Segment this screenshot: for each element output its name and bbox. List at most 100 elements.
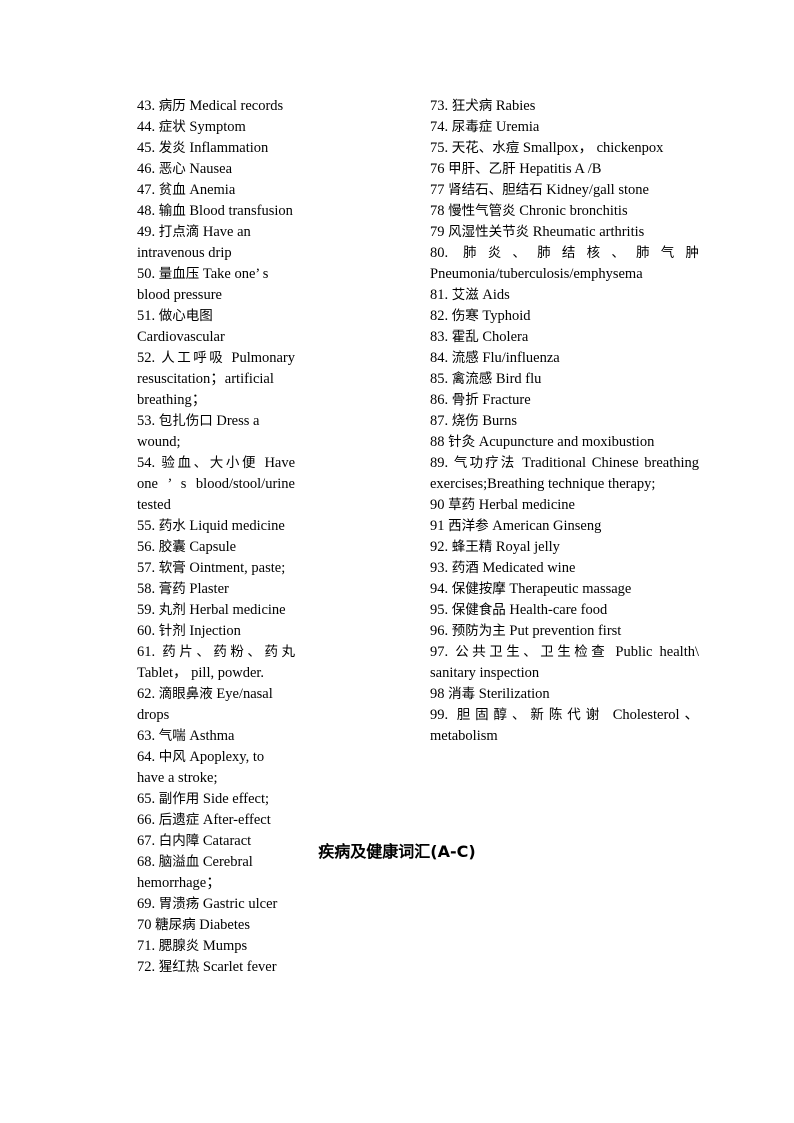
entry-term-chinese: 草药 xyxy=(448,497,476,513)
entry-number: 43. xyxy=(137,98,159,114)
entry-number: 58. xyxy=(137,581,159,597)
entry-number: 94. xyxy=(430,581,452,597)
entry-term-chinese: 公共卫生、卫生检查 xyxy=(455,644,609,660)
glossary-entry: 43. 病历 Medical records xyxy=(137,96,295,117)
entry-term-english: Symptom xyxy=(189,119,246,135)
glossary-entry: 75. 天花、水痘 Smallpox， chickenpox xyxy=(430,138,699,159)
entry-term-chinese: 腮腺炎 xyxy=(158,938,200,954)
glossary-entry: 93. 药酒 Medicated wine xyxy=(430,558,699,579)
glossary-entry: 46. 恶心 Nausea xyxy=(137,159,295,180)
glossary-entry: 89. 气功疗法 Traditional Chinese breathing e… xyxy=(430,453,699,495)
glossary-entry: 92. 蜂王精 Royal jelly xyxy=(430,537,699,558)
entry-term-english: Herbal medicine xyxy=(189,602,286,618)
entry-number: 79 xyxy=(430,224,449,240)
glossary-entry: 96. 预防为主 Put prevention first xyxy=(430,621,699,642)
entry-number: 53. xyxy=(137,413,159,429)
entry-number: 52. xyxy=(137,350,162,366)
glossary-entry: 70 糖尿病 Diabetes xyxy=(137,915,295,936)
glossary-entry: 85. 禽流感 Bird flu xyxy=(430,369,699,390)
glossary-entry: 74. 尿毒症 Uremia xyxy=(430,117,699,138)
entry-term-english: Fracture xyxy=(482,392,531,408)
entry-number: 90 xyxy=(430,497,449,513)
entry-term-english: Anemia xyxy=(189,182,236,198)
entry-number: 76 xyxy=(430,161,449,177)
entry-number: 60. xyxy=(137,623,159,639)
entry-term-english: Liquid medicine xyxy=(189,518,285,534)
entry-term-english: Rheumatic arthritis xyxy=(532,224,645,240)
glossary-entry: 56. 胶囊 Capsule xyxy=(137,537,295,558)
entry-term-chinese: 胆固醇、新陈代谢 xyxy=(456,707,605,723)
entry-term-english: Medical records xyxy=(189,98,284,114)
entry-term-english: Smallpox， chickenpox xyxy=(522,140,664,156)
entry-term-chinese: 伤寒 xyxy=(451,308,479,324)
glossary-entry: 63. 气喘 Asthma xyxy=(137,726,295,747)
section-heading-text: 疾病及健康词汇(A-C) xyxy=(318,842,476,861)
entry-term-english: Tablet， pill, powder. xyxy=(137,665,265,681)
entry-term-chinese: 包扎伤口 xyxy=(158,413,213,429)
entry-term-chinese: 丸剂 xyxy=(158,602,186,618)
entry-number: 84. xyxy=(430,350,452,366)
entry-term-chinese: 副作用 xyxy=(158,791,200,807)
entry-term-chinese: 蜂王精 xyxy=(451,539,493,555)
entry-term-chinese: 气喘 xyxy=(158,728,186,744)
glossary-entry: 77 肾结石、胆结石 Kidney/gall stone xyxy=(430,180,699,201)
entry-term-english: Inflammation xyxy=(189,140,269,156)
entry-term-chinese: 软膏 xyxy=(158,560,186,576)
glossary-entry: 66. 后遗症 After-effect xyxy=(137,810,295,831)
entry-number: 99. xyxy=(430,707,457,723)
glossary-entry: 71. 腮腺炎 Mumps xyxy=(137,936,295,957)
entry-term-english: Typhoid xyxy=(482,308,531,324)
entry-term-chinese: 贫血 xyxy=(158,182,186,198)
glossary-entry: 62. 滴眼鼻液 Eye/nasal drops xyxy=(137,684,295,726)
glossary-entry: 72. 猩红热 Scarlet fever xyxy=(137,957,295,978)
entry-number: 65. xyxy=(137,791,159,807)
entry-term-chinese: 肾结石、胆结石 xyxy=(448,182,543,198)
entry-term-chinese: 流感 xyxy=(451,350,479,366)
entry-number: 82. xyxy=(430,308,452,324)
glossary-entry: 91 西洋参 American Ginseng xyxy=(430,516,699,537)
glossary-entry: 51. 做心电图 Cardiovascular xyxy=(137,306,295,348)
glossary-entry: 81. 艾滋 Aids xyxy=(430,285,699,306)
entry-term-chinese: 打点滴 xyxy=(158,224,200,240)
glossary-entry: 53. 包扎伤口 Dress a wound; xyxy=(137,411,295,453)
glossary-entry: 80. 肺炎、肺结核、肺气肿 Pneumonia/tuberculosis/em… xyxy=(430,243,699,285)
entry-term-chinese: 西洋参 xyxy=(448,518,489,534)
entry-term-english: Uremia xyxy=(495,119,540,135)
glossary-entry: 45. 发炎 Inflammation xyxy=(137,138,295,159)
entry-term-chinese: 慢性气管炎 xyxy=(448,203,516,219)
entry-term-english: Put prevention first xyxy=(509,623,622,639)
entry-term-chinese: 霍乱 xyxy=(451,329,479,345)
entry-term-english: Pneumonia/tuberculosis/emphysema xyxy=(430,266,643,282)
entry-number: 75. xyxy=(430,140,452,156)
glossary-entry: 90 草药 Herbal medicine xyxy=(430,495,699,516)
entry-number: 62. xyxy=(137,686,159,702)
glossary-entry: 60. 针剂 Injection xyxy=(137,621,295,642)
glossary-entry: 47. 贫血 Anemia xyxy=(137,180,295,201)
entry-number: 92. xyxy=(430,539,452,555)
entry-term-english: Injection xyxy=(189,623,241,639)
entry-number: 81. xyxy=(430,287,452,303)
entry-number: 61. xyxy=(137,644,163,660)
entry-term-english: Asthma xyxy=(189,728,235,744)
entry-number: 47. xyxy=(137,182,159,198)
entry-term-chinese: 肺炎、肺结核、肺气肿 xyxy=(462,245,700,261)
entry-term-english: Burns xyxy=(482,413,518,429)
entry-term-english: Blood transfusion xyxy=(189,203,293,219)
entry-term-chinese: 消毒 xyxy=(448,686,476,702)
entry-number: 80. xyxy=(430,245,463,261)
entry-number: 51. xyxy=(137,308,159,324)
entry-term-chinese: 猩红热 xyxy=(158,959,200,975)
entry-term-chinese: 保健按摩 xyxy=(451,581,506,597)
entry-term-english: Acupuncture and moxibustion xyxy=(478,434,655,450)
entry-term-chinese: 药酒 xyxy=(451,560,479,576)
glossary-entry: 44. 症状 Symptom xyxy=(137,117,295,138)
entry-term-english: Rabies xyxy=(495,98,536,114)
entry-term-chinese: 胃溃疡 xyxy=(158,896,200,912)
entry-term-english: Gastric ulcer xyxy=(202,896,278,912)
glossary-entry: 65. 副作用 Side effect; xyxy=(137,789,295,810)
entry-term-chinese: 针灸 xyxy=(448,434,476,450)
glossary-entry: 99. 胆固醇、新陈代谢 Cholesterol、 metabolism xyxy=(430,705,699,747)
entry-term-chinese: 艾滋 xyxy=(451,287,479,303)
entry-term-english: Diabetes xyxy=(199,917,250,933)
entry-number: 46. xyxy=(137,161,159,177)
